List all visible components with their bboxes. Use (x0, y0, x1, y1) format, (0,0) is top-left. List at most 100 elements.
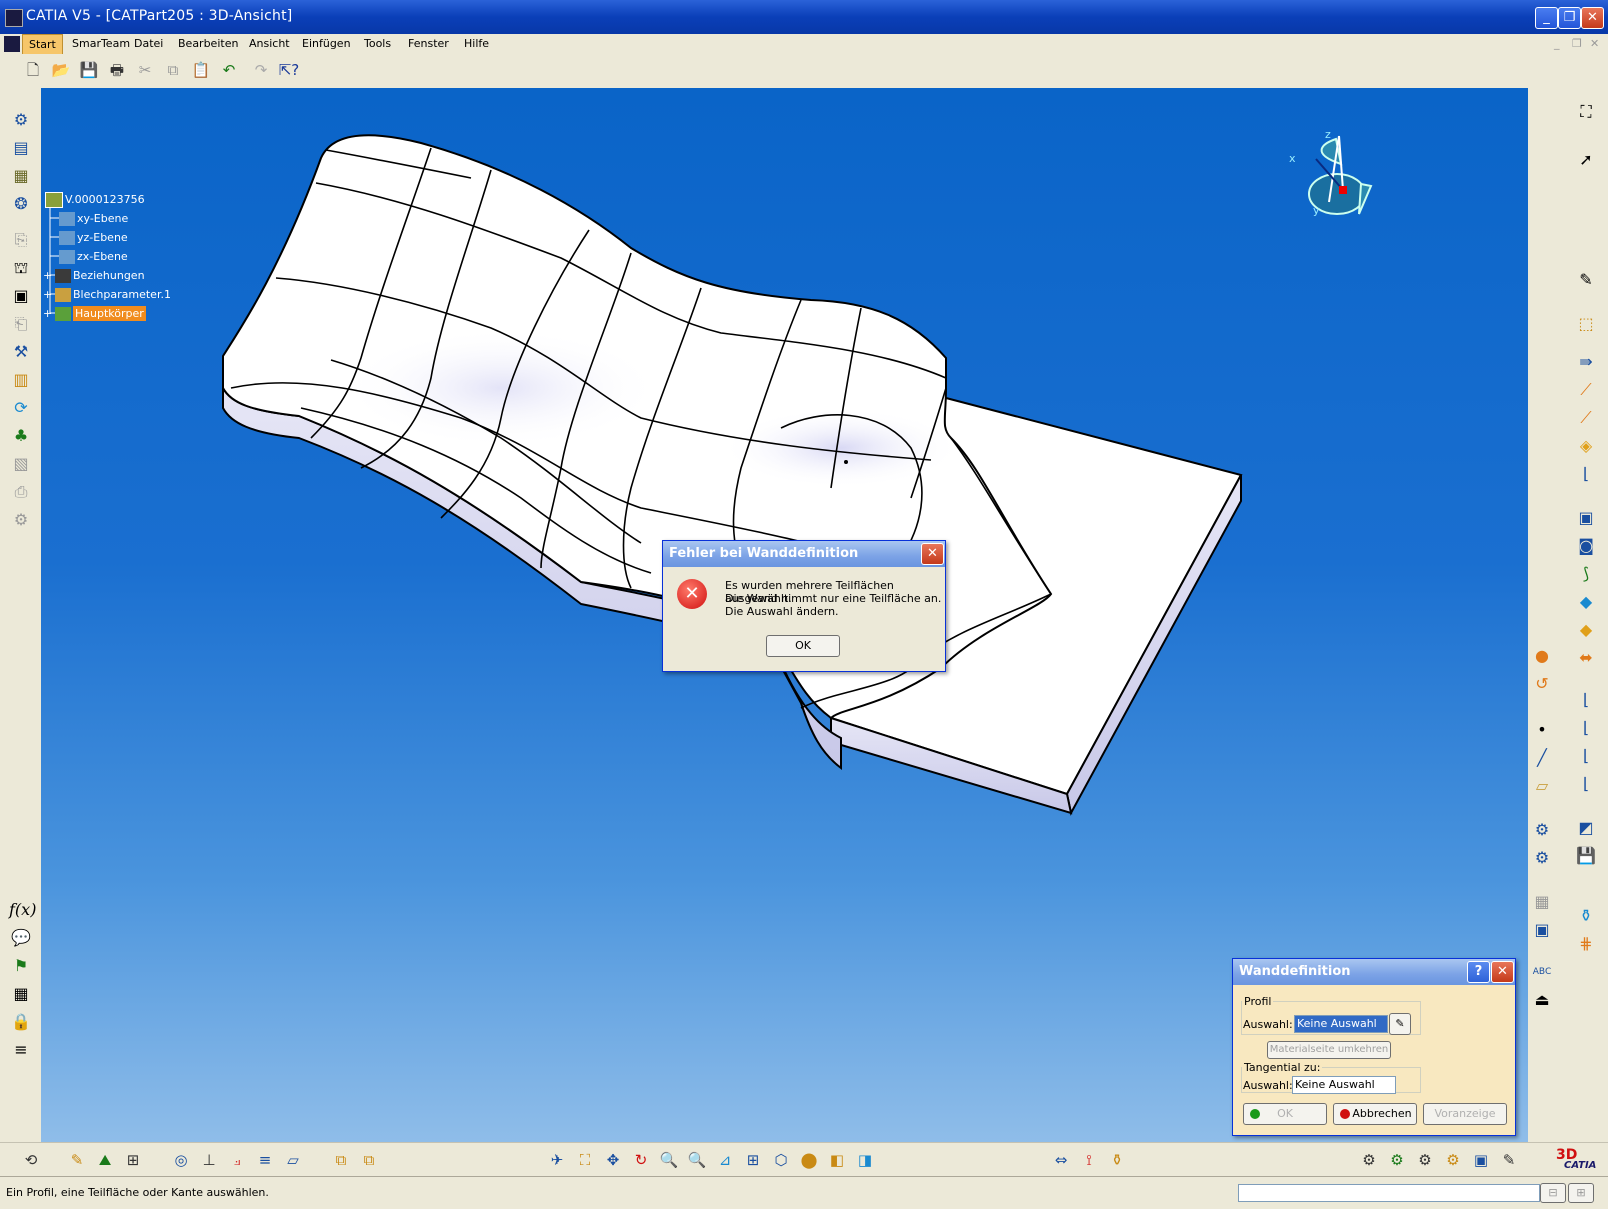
grid-toggle-icon[interactable]: ▦ (1530, 890, 1554, 914)
compass-widget[interactable]: x z y (1281, 124, 1401, 244)
flange-shape-icon[interactable]: ⟋ (1574, 378, 1598, 402)
layer-filter-icon[interactable]: ⧉ (358, 1149, 380, 1171)
chamfer-icon[interactable]: ⌊ (1574, 716, 1598, 740)
curve-stamp-icon[interactable]: ⟆ (1574, 562, 1598, 586)
bridge-icon[interactable]: ⬌ (1574, 646, 1598, 670)
abc-text-icon[interactable]: ABC (1530, 960, 1554, 984)
tools-icon-3[interactable]: ⚙ (1414, 1149, 1436, 1171)
tangent-selection-field[interactable]: Keine Auswahl (1292, 1076, 1396, 1094)
table-icon[interactable]: ▦ (9, 982, 33, 1006)
sketch-icon[interactable]: ✎ (1574, 268, 1598, 292)
hole-icon[interactable]: ⌊ (1574, 744, 1598, 768)
corner-icon[interactable]: ⌊ (1574, 772, 1598, 796)
update-icon[interactable]: ⟲ (20, 1149, 42, 1171)
tree-icon[interactable]: ♣ (9, 424, 33, 448)
fly-mode-icon[interactable]: ✈ (546, 1149, 568, 1171)
pattern-icon[interactable]: ▧ (9, 452, 33, 476)
compass-reset-icon[interactable]: ⟓ (226, 1149, 248, 1171)
sketch-edit-button[interactable]: ✎ (1389, 1013, 1411, 1035)
minimize-button[interactable]: _ (1535, 7, 1558, 29)
axis-icon[interactable]: ⌊ (1574, 688, 1598, 712)
tag-icon[interactable]: ⏏ (1530, 988, 1554, 1012)
mdi-minimize-icon[interactable]: _ (1554, 37, 1560, 50)
menu-smarteam[interactable]: SmarTeam (72, 37, 130, 50)
cylinder-icon[interactable]: ⚱ (1574, 904, 1598, 928)
iso-view-icon[interactable]: ⬡ (770, 1149, 792, 1171)
pan-icon[interactable]: ✥ (602, 1149, 624, 1171)
axis-system-icon[interactable]: ⊥ (198, 1149, 220, 1171)
swept-wall-icon[interactable]: ❂ (9, 192, 33, 216)
menu-fenster[interactable]: Fenster (408, 37, 449, 50)
profile-selection-field[interactable]: Keine Auswahl (1294, 1015, 1388, 1033)
lock-icon[interactable]: 🔒 (9, 1010, 33, 1034)
tear-drop-icon[interactable]: ◈ (1574, 434, 1598, 458)
save-icon[interactable]: 💾 (78, 59, 100, 81)
expand-icon[interactable]: + (43, 307, 55, 320)
hem-icon[interactable]: ⟋ (1574, 406, 1598, 430)
error-ok-button[interactable]: OK (766, 635, 840, 657)
bead-icon[interactable]: ◙ (1574, 534, 1598, 558)
redo-icon[interactable]: ↷ (250, 59, 272, 81)
corner-relief-icon[interactable]: ↺ (1530, 672, 1554, 696)
floppy-icon[interactable]: 💾 (1574, 844, 1598, 868)
normal-view-icon[interactable]: ⊿ (714, 1149, 736, 1171)
louver-icon[interactable]: ◆ (1574, 618, 1598, 642)
flange-icon[interactable]: ▦ (9, 164, 33, 188)
open-file-icon[interactable]: 📂 (50, 59, 72, 81)
map-icon[interactable]: ⛰ (94, 1149, 116, 1171)
error-dialog-close-button[interactable]: ✕ (921, 543, 944, 565)
box-view-icon[interactable]: ▣ (1530, 918, 1554, 942)
flanged-cutout-icon[interactable]: ◆ (1574, 590, 1598, 614)
zoom-in-icon[interactable]: 🔍 (658, 1149, 680, 1171)
expand-icon[interactable]: + (43, 269, 55, 282)
fold-unfold-icon[interactable]: ⚙ (1530, 818, 1554, 842)
menu-datei[interactable]: Datei (134, 37, 163, 50)
measure-between-icon[interactable]: ⇔ (1050, 1149, 1072, 1171)
tree-item-main-body[interactable]: + Hauptkörper (43, 306, 146, 321)
menu-einfuegen[interactable]: Einfügen (302, 37, 351, 50)
app-icon[interactable] (5, 9, 23, 27)
select-arrow-icon[interactable]: ➚ (1574, 148, 1598, 172)
cut-icon[interactable]: ✂ (134, 59, 156, 81)
restore-button[interactable]: ❐ (1558, 7, 1581, 29)
zoom-out-icon[interactable]: 🔍 (686, 1149, 708, 1171)
help-button[interactable]: ? (1467, 961, 1490, 983)
tools-icon-1[interactable]: ⚙ (1358, 1149, 1380, 1171)
fold-icon[interactable]: ⛫ (9, 256, 33, 280)
mesh-icon[interactable]: ⋕ (1574, 932, 1598, 956)
measure-item-icon[interactable]: ⟟ (1078, 1149, 1100, 1171)
corner-icon[interactable]: ⚙ (9, 508, 33, 532)
tree-item-yz-plane[interactable]: yz-Ebene (59, 231, 128, 245)
tree-item-xy-plane[interactable]: xy-Ebene (59, 212, 128, 226)
user-flange-icon[interactable]: ⌊ (1574, 462, 1598, 486)
rule-icon[interactable]: ≡ (9, 1038, 33, 1062)
mirror-icon[interactable]: ⎙ (9, 480, 33, 504)
tools-icon-2[interactable]: ⚙ (1386, 1149, 1408, 1171)
cutout-icon[interactable]: ▥ (9, 368, 33, 392)
command-button-2[interactable]: ⊞ (1568, 1183, 1594, 1203)
save-management-icon[interactable]: ◩ (1574, 816, 1598, 840)
point-icon[interactable]: • (1530, 718, 1554, 742)
copy-icon[interactable]: ⧉ (162, 59, 184, 81)
sketcher-icon[interactable]: ⚙ (9, 108, 33, 132)
line-icon[interactable]: ╱ (1530, 746, 1554, 770)
surface-stamp-icon[interactable]: ▣ (1574, 506, 1598, 530)
command-button-1[interactable]: ⊟ (1540, 1183, 1566, 1203)
mdi-close-icon[interactable]: ✕ (1590, 37, 1599, 50)
menu-ansicht[interactable]: Ansicht (249, 37, 290, 50)
mesh-view-icon[interactable]: ⊞ (122, 1149, 144, 1171)
layer-icon[interactable]: ⧉ (330, 1149, 352, 1171)
menu-tools[interactable]: Tools (364, 37, 391, 50)
whats-this-icon[interactable]: ⇱? (278, 59, 300, 81)
list-icon[interactable]: ≡ (254, 1149, 276, 1171)
comment-icon[interactable]: 💬 (9, 926, 33, 950)
expand-icon[interactable]: + (43, 288, 55, 301)
tools-icon-5[interactable]: ▣ (1470, 1149, 1492, 1171)
plane-icon[interactable]: ▱ (1530, 774, 1554, 798)
unfold-icon[interactable]: ▣ (9, 284, 33, 308)
formula-icon[interactable]: f(x) (9, 898, 36, 922)
knowledge-icon[interactable]: ⚑ (9, 954, 33, 978)
fillet-icon[interactable]: ● (1530, 644, 1554, 668)
stamp-icon[interactable]: ⚒ (9, 340, 33, 364)
menu-bearbeiten[interactable]: Bearbeiten (178, 37, 238, 50)
